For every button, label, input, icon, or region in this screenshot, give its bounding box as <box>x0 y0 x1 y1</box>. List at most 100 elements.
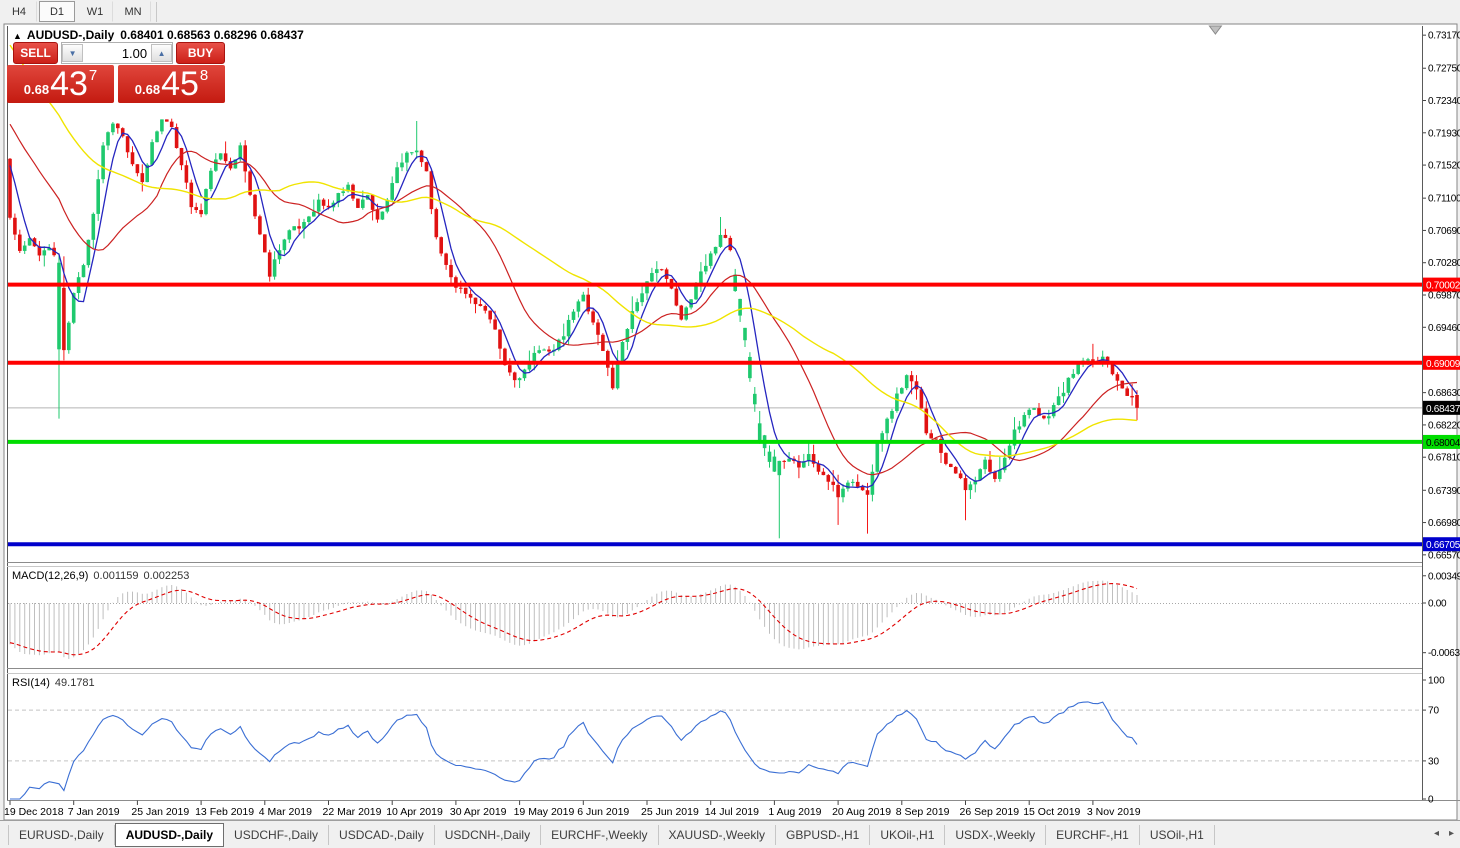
chart-tab-ukoil-h1[interactable]: UKOil-,H1 <box>870 825 945 845</box>
candle-down <box>459 288 463 289</box>
price-axis-tick: 0.71930 <box>1428 128 1460 139</box>
candle-up <box>1076 363 1080 374</box>
candle-down <box>611 368 615 389</box>
candle-down <box>62 288 66 350</box>
chart-window-frame <box>4 24 1457 820</box>
price-axis-tick: 0.67390 <box>1428 486 1460 497</box>
collapse-arrow-icon[interactable]: ▲ <box>13 31 22 41</box>
candle-down <box>1091 359 1095 361</box>
volume-increase-button[interactable]: ▲ <box>151 44 172 62</box>
tab-scroll-right-icon[interactable]: ▸ <box>1449 828 1454 839</box>
candle-down <box>831 482 835 485</box>
candle-down <box>1111 364 1115 374</box>
chart-tab-eurchf-weekly[interactable]: EURCHF-,Weekly <box>541 825 658 845</box>
price-axis-tick: 0.69460 <box>1428 323 1460 334</box>
candle-up <box>1072 374 1076 378</box>
price-axis-tick: 0.66980 <box>1428 518 1460 529</box>
date-axis-label: 4 Mar 2019 <box>259 806 312 818</box>
timeframe-button-w1[interactable]: W1 <box>77 1 113 22</box>
chart-tab-audusd-daily[interactable]: AUDUSD-,Daily <box>115 823 224 847</box>
candle-down <box>13 218 17 235</box>
ohlc-values: 0.68401 0.68563 0.68296 0.68437 <box>120 28 304 42</box>
candle-up <box>876 443 880 471</box>
candle-up <box>787 459 791 462</box>
chart-tab-eurchf-h1[interactable]: EURCHF-,H1 <box>1046 825 1140 845</box>
candle-up <box>1062 393 1066 396</box>
candle-down <box>435 209 439 237</box>
candle-down <box>513 372 517 380</box>
macd-axis-tick: 0.00349 <box>1428 571 1460 582</box>
price-axis-tick: 0.71520 <box>1428 161 1460 172</box>
candle-down <box>297 226 301 228</box>
candle-down <box>910 375 914 381</box>
candle-up <box>537 350 541 353</box>
sell-button[interactable]: SELL <box>13 42 58 64</box>
candle-down <box>170 122 174 127</box>
candle-up <box>983 460 987 469</box>
candle-up <box>204 189 208 214</box>
volume-input[interactable] <box>83 44 151 62</box>
candle-down <box>920 389 924 408</box>
chart-tab-usdx-weekly[interactable]: USDX-,Weekly <box>945 825 1046 845</box>
sell-price-big: 43 <box>50 66 88 102</box>
candle-up <box>1023 415 1027 426</box>
chart-tab-usdcad-daily[interactable]: USDCAD-,Daily <box>329 825 435 845</box>
timeframe-toolbar: H4 D1 W1 MN <box>0 0 1460 23</box>
candle-up <box>209 171 213 189</box>
price-axis-tick: 0.72340 <box>1428 96 1460 107</box>
candle-down <box>1125 388 1129 396</box>
candle-up <box>895 394 899 411</box>
candle-down <box>439 237 443 253</box>
tab-scroll-left-icon[interactable]: ◂ <box>1434 828 1439 839</box>
candle-down <box>322 200 326 206</box>
current-price-tag-label: 0.68437 <box>1426 404 1460 415</box>
candle-down <box>469 294 473 298</box>
macd-name: MACD(12,26,9) <box>12 570 88 582</box>
chart-canvas[interactable]: 0.700020.690090.680040.667050.731700.727… <box>0 0 1460 848</box>
candle-up <box>684 307 688 319</box>
chart-tab-usdchf-daily[interactable]: USDCHF-,Daily <box>224 825 329 845</box>
timeframe-button-mn[interactable]: MN <box>115 1 151 22</box>
chart-tab-usdcnh-daily[interactable]: USDCNH-,Daily <box>435 825 541 845</box>
candle-up <box>96 179 100 214</box>
candle-down <box>199 210 203 214</box>
chart-tab-gbpusd-h1[interactable]: GBPUSD-,H1 <box>776 825 870 845</box>
chart-title: ▲AUDUSD-,Daily0.68401 0.68563 0.68296 0.… <box>13 28 304 42</box>
timeframe-button-d1[interactable]: D1 <box>39 1 75 22</box>
candle-down <box>479 304 483 306</box>
candle-up <box>1047 416 1051 418</box>
volume-decrease-button[interactable]: ▼ <box>62 44 83 62</box>
price-axis-tick: 0.70280 <box>1428 258 1460 269</box>
buy-price-box[interactable]: 0.68 45 8 <box>118 65 225 103</box>
candle-down <box>165 119 169 121</box>
sell-price-box[interactable]: 0.68 43 7 <box>7 65 114 103</box>
chart-tab-eurusd-daily[interactable]: EURUSD-,Daily <box>8 825 115 845</box>
candle-up <box>699 271 703 283</box>
chart-tab-xauusd-weekly[interactable]: XAUUSD-,Weekly <box>659 825 776 845</box>
candle-down <box>782 461 786 462</box>
buy-button[interactable]: BUY <box>176 42 225 64</box>
rsi-axis-tick: 0 <box>1428 795 1434 806</box>
candle-up <box>390 183 394 200</box>
candle-up <box>655 269 659 273</box>
candle-up <box>905 375 909 388</box>
candle-up <box>518 378 522 380</box>
price-axis-tick: 0.72750 <box>1428 64 1460 75</box>
date-axis-label: 14 Jul 2019 <box>705 806 759 818</box>
timeframe-button-h4[interactable]: H4 <box>1 1 37 22</box>
one-click-trading-panel: SELL ▼ ▲ BUY 0.68 43 7 0.68 45 8 <box>7 43 225 103</box>
candle-up <box>67 323 71 350</box>
candle-up <box>846 483 850 489</box>
candle-up <box>851 482 855 483</box>
candle-up <box>82 265 86 277</box>
candle-up <box>768 452 772 462</box>
chart-tab-usoil-h1[interactable]: USOil-,H1 <box>1140 825 1215 845</box>
candle-down <box>866 490 870 495</box>
candle-up <box>626 329 630 342</box>
candle-down <box>954 467 958 473</box>
candle-up <box>640 293 644 302</box>
date-axis-label: 22 Mar 2019 <box>323 806 382 818</box>
candle-up <box>288 230 292 239</box>
candle-down <box>268 252 272 276</box>
price-axis-tick: 0.66570 <box>1428 550 1460 561</box>
